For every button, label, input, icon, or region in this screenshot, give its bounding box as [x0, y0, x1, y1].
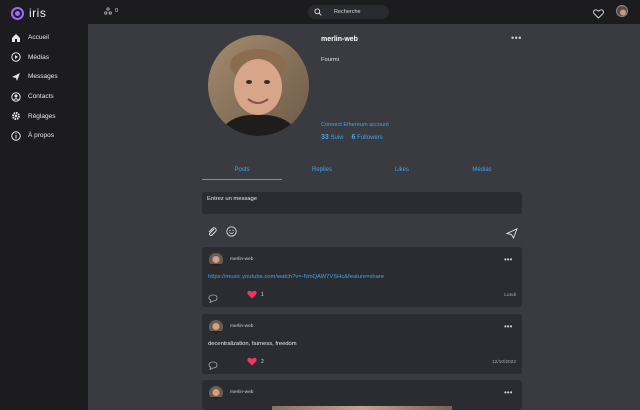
peers-indicator[interactable]: 0 — [104, 7, 118, 15]
sidebar-item-a-propos[interactable]: À propos — [11, 126, 83, 146]
connect-ethereum-link[interactable]: Connect Ethereum account — [321, 122, 389, 128]
post-time: Lundi — [504, 293, 516, 298]
comment-icon — [208, 294, 218, 304]
profile-photo-image — [208, 35, 309, 136]
post-item: merlin-web ••• — [202, 380, 522, 410]
profile-bio: Fourmi — [321, 57, 340, 63]
sidebar-item-label: Accueil — [28, 34, 49, 42]
sidebar-nav: Accueil Médias Messages Contacts Réglage… — [11, 28, 83, 146]
app-logo[interactable]: iris — [11, 6, 46, 20]
avatar-image — [209, 320, 223, 334]
like-button[interactable]: 2 — [247, 357, 264, 366]
avatar-image — [209, 386, 223, 400]
post-author[interactable]: merlin-web — [230, 390, 253, 395]
profile-more-button[interactable]: ••• — [511, 33, 522, 43]
followers-count: 6 — [351, 134, 356, 141]
reply-button[interactable] — [208, 290, 218, 308]
post-avatar[interactable] — [209, 320, 223, 334]
search-placeholder: Recherche — [334, 9, 361, 15]
iris-logo-icon — [11, 6, 24, 20]
contacts-icon — [11, 91, 21, 102]
post-text: decentralization, fairness, freedom — [208, 341, 297, 347]
profile-tabs: Posts Replies Likes Médias — [202, 164, 522, 180]
peers-icon — [104, 7, 112, 15]
info-icon — [11, 131, 21, 141]
like-count: 2 — [261, 358, 264, 365]
post-item: merlin-web ••• decentralization, fairnes… — [202, 314, 522, 374]
send-icon — [505, 227, 518, 240]
following-label: Suivi — [330, 135, 344, 141]
post-link[interactable]: https://music.youtube.com/watch?v=-NmQAW… — [208, 274, 384, 280]
sidebar-item-messages[interactable]: Messages — [11, 67, 83, 87]
post-more-button[interactable]: ••• — [504, 388, 512, 397]
home-icon — [11, 33, 21, 43]
like-button[interactable]: 1 — [247, 290, 264, 299]
main-content: merlin-web ••• Fourmi Connect Ethereum a… — [88, 24, 640, 410]
post-avatar[interactable] — [209, 386, 223, 400]
following-count: 33 — [321, 134, 329, 141]
followers-label: Followers — [357, 135, 383, 141]
peers-count: 0 — [115, 8, 119, 14]
post-time: 12/10/2022 — [491, 360, 516, 365]
sidebar-item-accueil[interactable]: Accueil — [11, 28, 83, 48]
sidebar-item-contacts[interactable]: Contacts — [11, 87, 83, 107]
tab-likes[interactable]: Likes — [362, 164, 442, 180]
notifications-button[interactable] — [593, 6, 604, 24]
sidebar-item-label: À propos — [28, 132, 55, 140]
post-author[interactable]: merlin-web — [230, 324, 253, 329]
followers-link[interactable]: 6 Followers — [351, 134, 382, 141]
post-item: merlin-web ••• https://music.youtube.com… — [202, 247, 522, 307]
emoji-button[interactable] — [226, 224, 237, 242]
top-bar: 0 Recherche — [88, 0, 640, 24]
avatar-image — [617, 7, 627, 16]
sidebar-item-label: Réglages — [28, 112, 56, 120]
sidebar-item-medias[interactable]: Médias — [11, 48, 83, 68]
post-image[interactable] — [272, 406, 452, 410]
sidebar-item-reglages[interactable]: Réglages — [11, 106, 83, 126]
following-link[interactable]: 33 Suivi — [321, 134, 343, 141]
heart-icon — [593, 9, 604, 19]
profile-photo[interactable] — [208, 35, 309, 136]
compose-tools — [206, 224, 237, 242]
comment-icon — [208, 361, 218, 371]
post-more-button[interactable]: ••• — [504, 255, 512, 264]
gear-icon — [11, 111, 21, 121]
reply-button[interactable] — [208, 357, 218, 375]
heart-filled-icon — [247, 290, 257, 299]
sidebar-item-label: Contacts — [28, 93, 54, 101]
post-avatar[interactable] — [209, 253, 223, 267]
user-avatar[interactable] — [616, 5, 628, 17]
follow-stats: 33 Suivi 6 Followers — [321, 134, 383, 141]
smiley-icon — [226, 226, 237, 237]
message-input[interactable]: Entrez un message — [202, 192, 522, 214]
paperclip-icon — [208, 227, 217, 236]
tab-replies[interactable]: Replies — [282, 164, 362, 180]
send-icon — [11, 72, 21, 82]
search-input[interactable]: Recherche — [308, 5, 389, 19]
send-button[interactable] — [505, 226, 518, 244]
avatar-image — [209, 253, 223, 267]
post-author[interactable]: merlin-web — [230, 257, 253, 262]
app-name: iris — [29, 6, 47, 20]
search-icon — [314, 8, 322, 16]
tab-medias[interactable]: Médias — [442, 164, 522, 180]
sidebar-item-label: Médias — [28, 53, 49, 61]
like-count: 1 — [261, 291, 264, 298]
heart-filled-icon — [247, 357, 257, 366]
sidebar: iris Accueil Médias Messages Contacts Ré… — [0, 0, 88, 410]
profile-name: merlin-web — [321, 36, 358, 43]
tab-posts[interactable]: Posts — [202, 164, 282, 180]
attach-button[interactable] — [206, 224, 217, 242]
post-more-button[interactable]: ••• — [504, 322, 512, 331]
sidebar-item-label: Messages — [28, 73, 58, 81]
play-icon — [11, 52, 21, 63]
